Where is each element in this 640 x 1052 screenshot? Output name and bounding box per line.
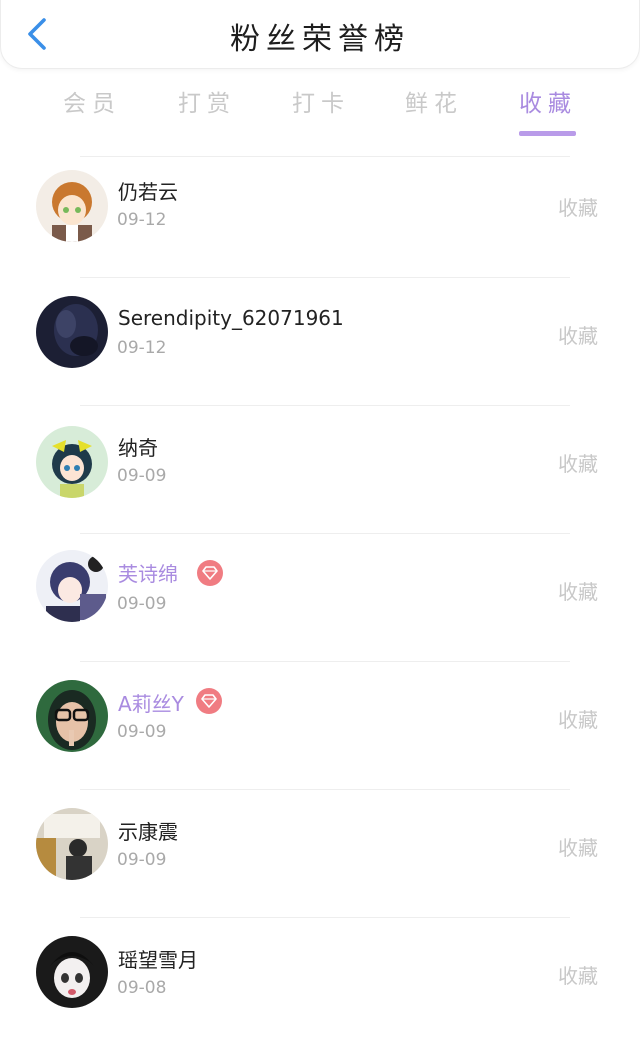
avatar [36, 936, 108, 1008]
divider [80, 789, 570, 790]
fan-name: 纳奇 [118, 436, 158, 460]
fan-name: 瑶望雪月 [118, 948, 198, 972]
fan-date: 09-09 [117, 722, 167, 742]
fan-name: 示康震 [118, 820, 178, 844]
page-title: 粉丝荣誉榜 [230, 22, 410, 57]
avatar [36, 808, 108, 880]
favorite-label: 收藏 [558, 196, 598, 220]
fan-name: 仍若云 [118, 180, 178, 204]
active-tab-indicator [519, 131, 576, 136]
tab-bar: 会员 打赏 打卡 鲜花 收藏 [0, 84, 640, 138]
fan-date: 09-12 [117, 210, 167, 230]
top-bar: 粉丝荣誉榜 [0, 0, 640, 69]
fan-date: 09-09 [117, 466, 167, 486]
vip-diamond-icon [197, 560, 223, 586]
avatar [36, 170, 108, 242]
list-item[interactable]: 示康震 09-09 收藏 [0, 796, 640, 924]
favorite-label: 收藏 [558, 964, 598, 988]
divider [80, 277, 570, 278]
divider [80, 533, 570, 534]
list-item[interactable]: A莉丝Y 09-09 收藏 [0, 668, 640, 796]
favorite-label: 收藏 [558, 452, 598, 476]
favorite-label: 收藏 [558, 580, 598, 604]
fan-name: 芙诗绵 [118, 562, 178, 586]
list-item[interactable]: 瑶望雪月 09-08 收藏 [0, 924, 640, 1052]
list-item[interactable]: 仍若云 09-12 收藏 [0, 156, 640, 284]
favorite-label: 收藏 [558, 708, 598, 732]
tab-tip[interactable]: 打赏 [167, 84, 247, 118]
tab-flower[interactable]: 鲜花 [394, 84, 474, 118]
tab-favorite[interactable]: 收藏 [508, 84, 588, 118]
vip-diamond-icon [196, 688, 222, 714]
divider [80, 661, 570, 662]
fan-name: Serendipity_62071961 [118, 306, 344, 330]
avatar [36, 680, 108, 752]
tab-checkin[interactable]: 打卡 [281, 84, 361, 118]
fan-name: A莉丝Y [118, 692, 184, 716]
list-item[interactable]: 芙诗绵 09-09 收藏 [0, 540, 640, 668]
favorite-label: 收藏 [558, 836, 598, 860]
fan-date: 09-09 [117, 594, 167, 614]
list-item[interactable]: Serendipity_62071961 09-12 收藏 [0, 284, 640, 412]
divider [80, 405, 570, 406]
fan-date: 09-12 [117, 338, 167, 358]
tab-member[interactable]: 会员 [52, 84, 132, 118]
fan-date: 09-08 [117, 978, 167, 998]
divider [80, 917, 570, 918]
fan-date: 09-09 [117, 850, 167, 870]
avatar [36, 550, 108, 622]
list-item[interactable]: 纳奇 09-09 收藏 [0, 412, 640, 540]
avatar [36, 296, 108, 368]
avatar [36, 426, 108, 498]
favorite-label: 收藏 [558, 324, 598, 348]
